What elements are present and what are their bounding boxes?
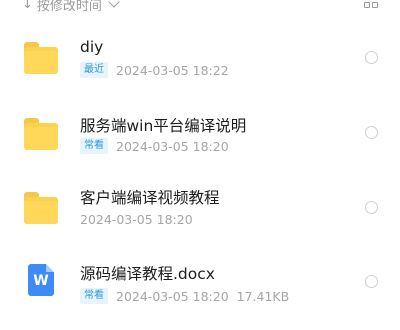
chevron-down-icon xyxy=(108,0,120,8)
sort-menu[interactable]: ↓ 按修改时间 xyxy=(22,0,120,14)
file-size: 17.41KB xyxy=(236,288,290,304)
word-doc-icon: W xyxy=(28,264,54,296)
status-badge: 最近 xyxy=(80,62,108,78)
status-badge: 常看 xyxy=(80,288,108,304)
sort-label: 按修改时间 xyxy=(36,0,102,14)
file-datetime: 2024-03-05 18:20 xyxy=(80,212,193,227)
status-badge: 常看 xyxy=(80,138,108,154)
select-radio[interactable] xyxy=(365,51,378,64)
file-datetime: 2024-03-05 18:20 xyxy=(116,288,229,304)
file-name: 客户端编译视频教程 xyxy=(80,189,220,207)
file-name: diy xyxy=(80,38,104,56)
file-name: 服务端win平台编译说明 xyxy=(80,117,247,135)
select-radio[interactable] xyxy=(365,126,378,139)
down-arrow-icon: ↓ xyxy=(22,0,33,12)
list-item[interactable]: diy 最近 2024-03-05 18:22 xyxy=(0,36,400,106)
grid-view-icon[interactable] xyxy=(364,0,378,8)
file-datetime: 2024-03-05 18:22 xyxy=(116,62,229,78)
file-datetime: 2024-03-05 18:20 xyxy=(116,138,229,154)
list-item[interactable]: 服务端win平台编译说明 常看 2024-03-05 18:20 xyxy=(0,112,400,182)
file-name: 源码编译教程.docx xyxy=(80,265,215,283)
select-radio[interactable] xyxy=(365,201,378,214)
list-item[interactable]: W 源码编译教程.docx 常看 2024-03-05 18:20 17.41K… xyxy=(0,260,400,330)
folder-icon xyxy=(24,118,58,152)
select-radio[interactable] xyxy=(365,275,378,288)
list-item[interactable]: 客户端编译视频教程 2024-03-05 18:20 xyxy=(0,186,400,256)
folder-icon xyxy=(24,42,58,76)
folder-icon xyxy=(24,192,58,226)
